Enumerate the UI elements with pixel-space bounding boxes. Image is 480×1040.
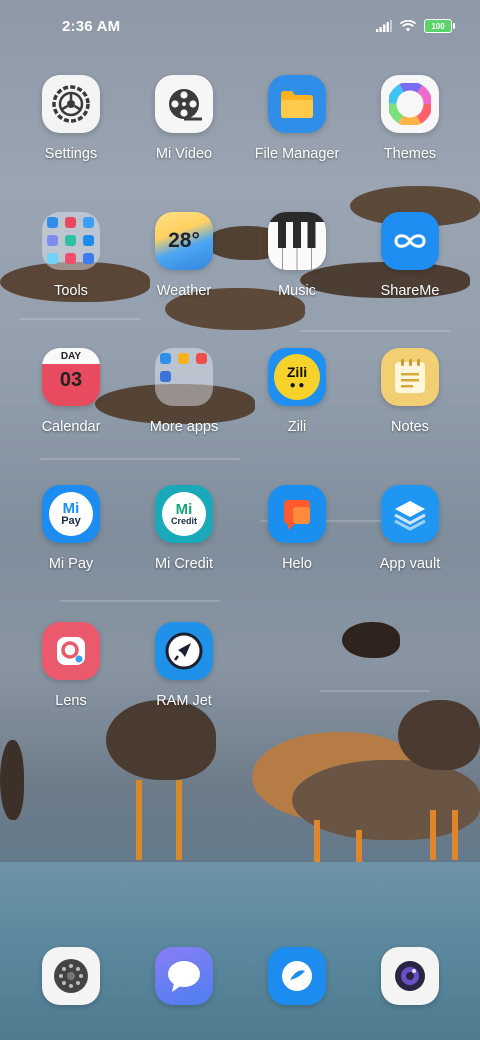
notes-icon <box>381 348 439 406</box>
signal-icon <box>376 20 392 32</box>
app-label: Weather <box>156 283 212 299</box>
camera-icon[interactable] <box>381 947 439 1005</box>
app-label: Settings <box>44 146 98 162</box>
zili-logo-text: Zili <box>286 363 308 380</box>
app-label: Music <box>278 283 316 299</box>
app-settings[interactable]: Settings <box>14 75 128 162</box>
lens-icon <box>42 622 100 680</box>
status-icons: 100 <box>376 19 455 33</box>
app-vault-layers-icon <box>381 485 439 543</box>
app-zili[interactable]: Zili ● ● Zili <box>240 348 354 435</box>
color-wheel-icon <box>381 75 439 133</box>
app-label: ShareMe <box>380 283 440 299</box>
app-lens[interactable]: Lens <box>14 622 128 709</box>
mi-credit-icon: Mi Credit <box>155 485 213 543</box>
app-mi-video[interactable]: Mi Video <box>127 75 241 162</box>
phone-dialer-icon[interactable] <box>42 947 100 1005</box>
mi-credit-mi-text: Mi <box>175 501 193 518</box>
wifi-icon <box>400 20 416 32</box>
rocket-icon <box>155 622 213 680</box>
app-label: More apps <box>149 419 219 435</box>
messaging-icon[interactable] <box>155 947 213 1005</box>
weather-temperature: 28° <box>168 229 200 252</box>
settings-gear-icon <box>42 75 100 133</box>
weather-sun-icon: 28° <box>155 212 213 270</box>
piano-keys-icon <box>268 212 326 270</box>
status-time: 2:36 AM <box>62 18 121 35</box>
app-tools-folder[interactable]: Tools <box>14 212 128 299</box>
app-label: File Manager <box>254 146 340 162</box>
app-app-vault[interactable]: App vault <box>353 485 467 572</box>
battery-level: 100 <box>431 21 445 31</box>
battery-icon: 100 <box>424 19 455 33</box>
more-apps-folder-icon <box>155 348 213 406</box>
app-label: Mi Credit <box>154 556 213 572</box>
app-label: Helo <box>282 556 312 572</box>
browser-icon[interactable] <box>268 947 326 1005</box>
helo-chat-icon <box>268 485 326 543</box>
calendar-icon: DAY 03 <box>42 348 100 406</box>
mi-pay-pay-text: Pay <box>61 515 81 527</box>
tools-folder-icon <box>42 212 100 270</box>
mi-pay-icon: Mi Pay <box>42 485 100 543</box>
zili-icon: Zili ● ● <box>268 348 326 406</box>
app-label: RAM Jet <box>156 693 212 709</box>
infinity-share-icon <box>381 212 439 270</box>
app-label: Lens <box>55 693 87 709</box>
app-more-apps-folder[interactable]: More apps <box>127 348 241 435</box>
app-shareme[interactable]: ShareMe <box>353 212 467 299</box>
app-label: Calendar <box>41 419 101 435</box>
status-bar: 2:36 AM 100 <box>0 0 480 54</box>
folder-icon <box>268 75 326 133</box>
calendar-day-number: 03 <box>59 369 83 391</box>
mi-pay-mi-text: Mi <box>62 500 80 517</box>
app-notes[interactable]: Notes <box>353 348 467 435</box>
app-themes[interactable]: Themes <box>353 75 467 162</box>
app-mi-pay[interactable]: Mi Pay Mi Pay <box>14 485 128 572</box>
app-label: Themes <box>383 146 437 162</box>
app-weather[interactable]: 28° Weather <box>127 212 241 299</box>
app-helo[interactable]: Helo <box>240 485 354 572</box>
app-label: Notes <box>391 419 429 435</box>
app-ram-jet[interactable]: RAM Jet <box>127 622 241 709</box>
app-calendar[interactable]: DAY 03 Calendar <box>14 348 128 435</box>
app-file-manager[interactable]: File Manager <box>240 75 354 162</box>
app-label: Tools <box>54 283 88 299</box>
app-label: Mi Pay <box>48 556 94 572</box>
app-label: Mi Video <box>155 146 213 162</box>
app-mi-credit[interactable]: Mi Credit Mi Credit <box>127 485 241 572</box>
mi-credit-credit-text: Credit <box>170 516 197 526</box>
app-music[interactable]: Music <box>240 212 354 299</box>
app-label: App vault <box>379 556 441 572</box>
calendar-day-label: DAY <box>60 350 82 362</box>
app-label: Zili <box>287 419 307 435</box>
film-reel-icon <box>155 75 213 133</box>
